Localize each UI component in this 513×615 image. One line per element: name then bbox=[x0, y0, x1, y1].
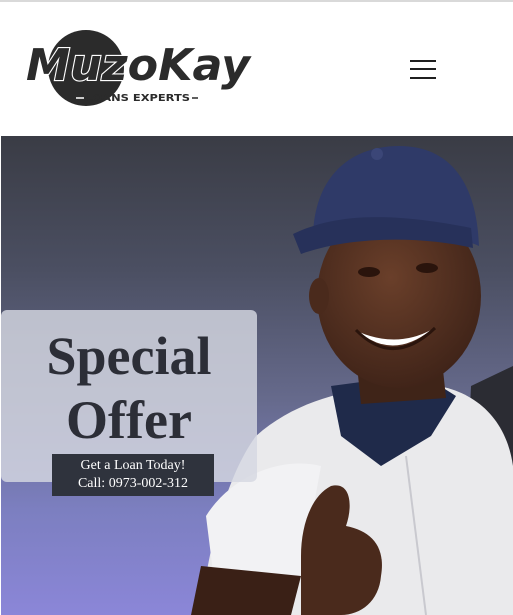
offer-title-line1: Special bbox=[46, 326, 212, 386]
hamburger-menu-icon[interactable] bbox=[404, 52, 442, 86]
offer-phone[interactable]: Call: 0973-002-312 bbox=[52, 475, 214, 493]
menu-bar bbox=[410, 77, 436, 79]
menu-bar bbox=[410, 60, 436, 62]
offer-cta-box[interactable]: Get a Loan Today! Call: 0973-002-312 bbox=[52, 454, 214, 496]
brand-logo[interactable]: MuzoKay LOANS EXPERTS bbox=[26, 26, 252, 110]
cap-button bbox=[371, 148, 383, 160]
logo-tagline: LOANS EXPERTS bbox=[86, 93, 190, 104]
hero-banner: Special Offer Get a Loan Today! Call: 09… bbox=[1, 136, 513, 615]
logo-wordmark: MuzoKay bbox=[26, 40, 252, 91]
menu-bar bbox=[410, 68, 436, 70]
offer-cta-line1: Get a Loan Today! bbox=[80, 458, 186, 473]
logo-graphic: MuzoKay LOANS EXPERTS bbox=[26, 30, 252, 106]
ear bbox=[309, 278, 329, 314]
offer-title: Special Offer bbox=[1, 324, 257, 452]
offer-title-line2: Offer bbox=[66, 390, 192, 450]
site-header: MuzoKay LOANS EXPERTS bbox=[0, 2, 513, 136]
eye-right bbox=[416, 263, 438, 273]
eye-left bbox=[358, 267, 380, 277]
